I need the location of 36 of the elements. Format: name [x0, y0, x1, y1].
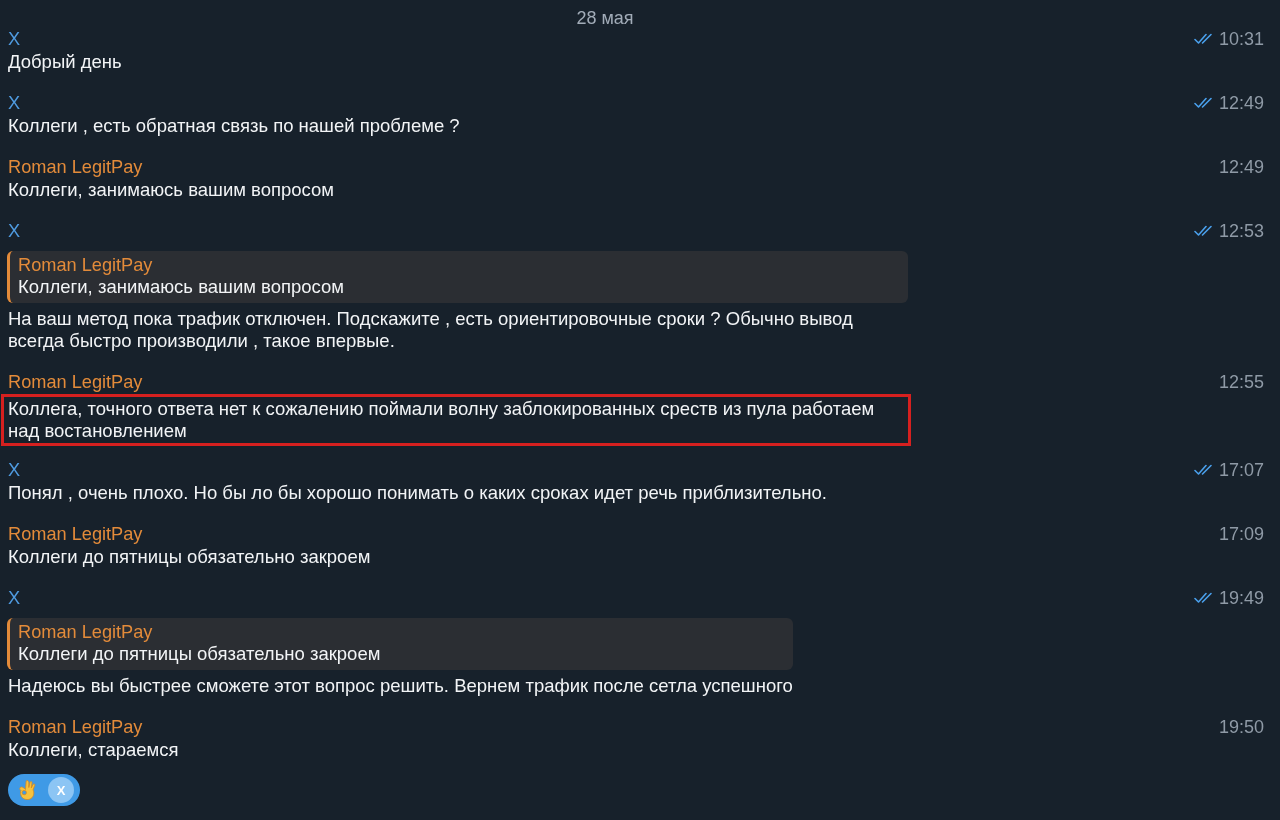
message-text: Коллеги, стараемся	[8, 739, 179, 761]
ok-hand-icon	[18, 779, 38, 801]
quote-author: Roman LegitPay	[18, 254, 153, 276]
message-text: Коллеги, занимаюсь вашим вопросом	[8, 179, 335, 201]
message-text: Коллеги до пятницы обязательно закроем	[8, 546, 371, 568]
message-text: Понял , очень плохо. Но бы ло бы хорошо понимать о каких сроках идет речь приблизительно.	[8, 482, 827, 504]
sender-name: Roman LegitPay	[8, 156, 143, 179]
sender-name: Roman LegitPay	[8, 371, 143, 394]
sender-name: X	[8, 92, 21, 115]
message-time: 17:07	[1218, 459, 1264, 482]
message-time: 12:53	[1218, 220, 1264, 243]
message-text: Добрый день	[8, 51, 122, 73]
message-text: Коллеги , есть обратная связь по нашей проблеме ?	[8, 115, 460, 137]
message-time: 10:31	[1218, 28, 1264, 51]
reply-quote[interactable]: Roman LegitPay Коллеги до пятницы обязательно закроем	[7, 618, 793, 670]
message-time: 12:55	[1218, 371, 1264, 394]
message-time: 17:09	[1218, 523, 1264, 546]
message-time: 12:49	[1218, 92, 1264, 115]
sender-name: Roman LegitPay	[8, 523, 143, 546]
quote-text: Коллеги до пятницы обязательно закроем	[18, 643, 381, 665]
quote-author: Roman LegitPay	[18, 621, 153, 643]
highlighted-message-text: Коллега, точного ответа нет к сожалению поймали волну заблокированных среств из пула работаем над востановлением	[1, 394, 911, 446]
reply-quote[interactable]: Roman LegitPay Коллеги, занимаюсь вашим вопросом	[7, 251, 908, 303]
sender-name: X	[8, 459, 21, 482]
sender-name: X	[8, 28, 21, 51]
sender-name: Roman LegitPay	[8, 716, 143, 739]
quote-text: Коллеги, занимаюсь вашим вопросом	[18, 276, 345, 298]
message-time: 19:50	[1218, 716, 1264, 739]
message-time: 19:49	[1218, 587, 1264, 610]
sender-name: X	[8, 220, 21, 243]
avatar-initial: X	[48, 777, 74, 803]
date-separator: 28 мая	[576, 8, 634, 28]
sender-name: X	[8, 587, 21, 610]
message-text: На ваш метод пока трафик отключен. Подскажите , есть ориентировочные сроки ? Обычно вывод всегда быстро производили , такое впервые.	[8, 308, 854, 352]
message-time: 12:49	[1218, 156, 1264, 179]
message-text: Надеюсь вы быстрее сможете этот вопрос решить. Вернем трафик после сетла успешного	[8, 675, 793, 697]
